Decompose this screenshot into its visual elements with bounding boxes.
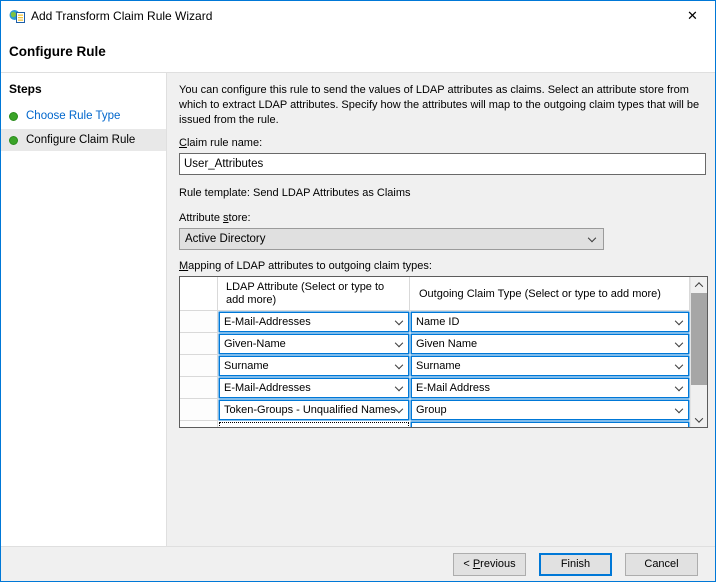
ldap-attribute-select[interactable]: Given-Name bbox=[219, 334, 409, 354]
finish-button[interactable]: Finish bbox=[539, 553, 612, 576]
claim-rule-name-label: Claim rule name: bbox=[179, 137, 708, 149]
table-row: E-Mail-Addresses Name ID bbox=[180, 311, 690, 333]
step-choose-rule-type-label[interactable]: Choose Rule Type bbox=[26, 110, 120, 122]
window-title: Add Transform Claim Rule Wizard bbox=[31, 9, 670, 23]
ldap-attribute-select[interactable]: E-Mail-Addresses bbox=[219, 312, 409, 332]
step-choose-rule-type[interactable]: Choose Rule Type bbox=[1, 105, 166, 127]
page-title: Configure Rule bbox=[9, 44, 715, 59]
table-row: E-Mail-Addresses E-Mail Address bbox=[180, 377, 690, 399]
title-bar: Add Transform Claim Rule Wizard ✕ bbox=[1, 1, 715, 31]
row-selector-cell[interactable] bbox=[180, 311, 218, 333]
row-selector-cell[interactable] bbox=[180, 333, 218, 355]
scrollbar-thumb[interactable] bbox=[691, 293, 707, 385]
ldap-attribute-select[interactable]: E-Mail-Addresses bbox=[219, 378, 409, 398]
outgoing-claim-type-select[interactable]: Surname bbox=[411, 356, 689, 376]
step-configure-claim-rule[interactable]: Configure Claim Rule bbox=[1, 129, 166, 151]
outgoing-claim-type-select[interactable]: E-Mail Address bbox=[411, 378, 689, 398]
attribute-store-label: Attribute store: bbox=[179, 212, 708, 224]
row-selector-cell[interactable] bbox=[180, 355, 218, 377]
table-scrollbar[interactable] bbox=[690, 277, 707, 427]
wizard-app-icon bbox=[9, 8, 25, 24]
rule-description: You can configure this rule to send the … bbox=[179, 83, 708, 128]
outgoing-claim-type-select[interactable]: Given Name bbox=[411, 334, 689, 354]
row-selector-cell[interactable] bbox=[180, 399, 218, 421]
table-header-row: LDAP Attribute (Select or type to add mo… bbox=[180, 277, 690, 311]
scroll-down-icon[interactable] bbox=[691, 412, 707, 427]
row-selector-cell[interactable] bbox=[180, 377, 218, 399]
main-content: You can configure this rule to send the … bbox=[167, 73, 716, 546]
button-bar: < Previous Finish Cancel bbox=[1, 546, 715, 581]
attribute-store-value: Active Directory bbox=[185, 233, 266, 245]
step-configure-claim-rule-label: Configure Claim Rule bbox=[26, 134, 135, 146]
steps-heading: Steps bbox=[1, 77, 166, 105]
wizard-window: Add Transform Claim Rule Wizard ✕ Config… bbox=[0, 0, 716, 582]
table-row: Given-Name Given Name bbox=[180, 333, 690, 355]
table-row: Token-Groups - Unqualified Names Group bbox=[180, 399, 690, 421]
row-selector-cell[interactable] bbox=[180, 421, 218, 427]
outgoing-claim-type-select[interactable]: Name ID bbox=[411, 312, 689, 332]
previous-button[interactable]: < Previous bbox=[453, 553, 526, 576]
row-selector-header bbox=[180, 277, 218, 311]
close-icon[interactable]: ✕ bbox=[670, 1, 715, 31]
rule-template-text: Rule template: Send LDAP Attributes as C… bbox=[179, 187, 708, 199]
outgoing-claim-type-select[interactable]: Group bbox=[411, 400, 689, 420]
ldap-mapping-table: LDAP Attribute (Select or type to add mo… bbox=[179, 276, 708, 428]
ldap-attribute-column-header: LDAP Attribute (Select or type to add mo… bbox=[218, 277, 410, 311]
scroll-up-icon[interactable] bbox=[691, 277, 707, 292]
ldap-attribute-select[interactable] bbox=[219, 422, 409, 427]
outgoing-claim-type-select[interactable] bbox=[411, 422, 689, 427]
attribute-store-select[interactable]: Active Directory bbox=[179, 228, 604, 250]
table-row-partial bbox=[180, 421, 690, 427]
cancel-button[interactable]: Cancel bbox=[625, 553, 698, 576]
ldap-attribute-select[interactable]: Surname bbox=[219, 356, 409, 376]
step-complete-icon bbox=[9, 136, 18, 145]
step-complete-icon bbox=[9, 112, 18, 121]
table-row: Surname Surname bbox=[180, 355, 690, 377]
claim-rule-name-input[interactable] bbox=[179, 153, 706, 175]
outgoing-claim-type-column-header: Outgoing Claim Type (Select or type to a… bbox=[410, 277, 690, 311]
chevron-down-icon bbox=[588, 234, 596, 242]
page-header: Configure Rule bbox=[1, 31, 715, 73]
ldap-attribute-select[interactable]: Token-Groups - Unqualified Names bbox=[219, 400, 409, 420]
steps-sidebar: Steps Choose Rule Type Configure Claim R… bbox=[1, 73, 167, 546]
mapping-label: Mapping of LDAP attributes to outgoing c… bbox=[179, 260, 708, 272]
